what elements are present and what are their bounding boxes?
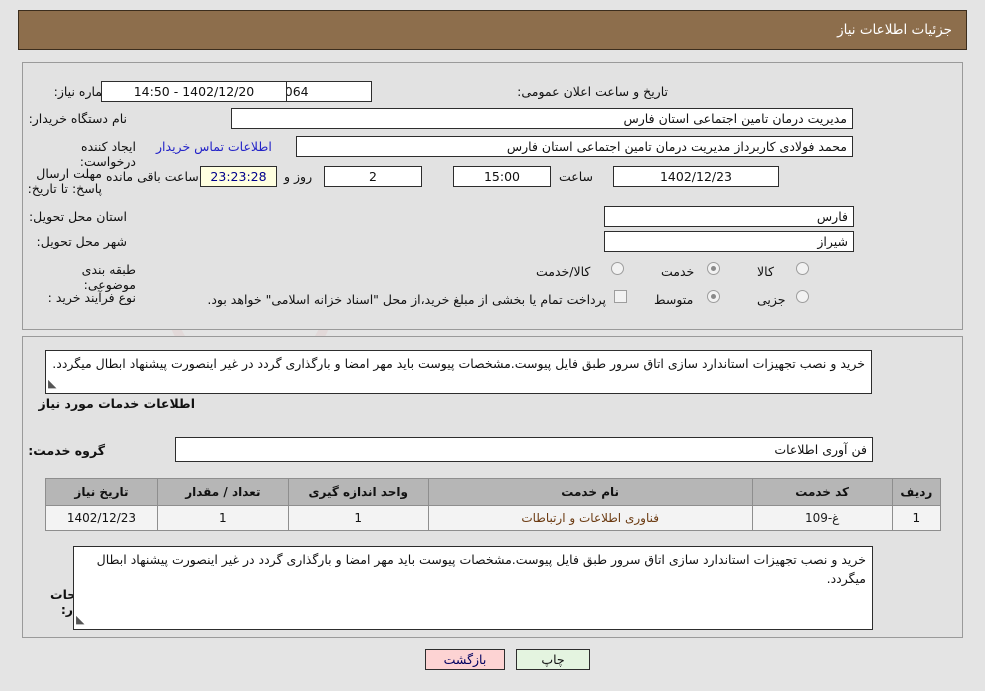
radio-category-kala-khedmat[interactable] bbox=[611, 262, 624, 275]
treasury-bond-label: پرداخت تمام یا بخشی از مبلغ خرید،از محل … bbox=[207, 292, 606, 307]
back-button[interactable]: بازگشت bbox=[425, 649, 505, 670]
service-section-title: اطلاعات خدمات مورد نیاز bbox=[38, 396, 196, 411]
hour-field[interactable]: 15:00 bbox=[453, 166, 551, 187]
buyer-contact-link[interactable]: اطلاعات تماس خریدار bbox=[156, 139, 272, 154]
delivery-city-field[interactable]: شیراز bbox=[604, 231, 854, 252]
public-announcement-field[interactable]: 1402/12/20 - 14:50 bbox=[101, 81, 287, 102]
buyer-org-label: نام دستگاه خریدار: bbox=[28, 111, 127, 126]
requester-label: ایجاد کننده درخواست: bbox=[79, 139, 136, 169]
th-name: نام خدمت bbox=[427, 478, 753, 506]
buyer-notes-textarea[interactable]: خرید و نصب تجهیزات استاندارد سازی اتاق س… bbox=[73, 546, 873, 630]
table-row: 1 غ-109 فناوری اطلاعات و ارتباطات 1 1 14… bbox=[45, 505, 942, 531]
th-code: کد خدمت bbox=[751, 478, 893, 506]
radio-category-kala-khedmat-label: کالا/خدمت bbox=[536, 264, 591, 279]
page-root: AriaTender.net جزئیات اطلاعات نیاز شماره… bbox=[0, 0, 985, 691]
days-remaining-field[interactable]: 2 bbox=[324, 166, 422, 187]
treasury-bond-checkbox[interactable] bbox=[614, 290, 627, 303]
resize-grip-icon[interactable]: ◢ bbox=[48, 374, 56, 393]
radio-process-jozei[interactable] bbox=[796, 290, 809, 303]
deadline-label: مهلت ارسال پاسخ: تا تاریخ: bbox=[27, 166, 102, 196]
resize-grip-icon[interactable]: ◢ bbox=[76, 610, 84, 629]
deadline-date-field[interactable]: 1402/12/23 bbox=[613, 166, 779, 187]
radio-process-motavaset-label: متوسط bbox=[654, 292, 694, 307]
need-info-panel bbox=[22, 62, 963, 330]
cell-unit: 1 bbox=[287, 505, 429, 531]
header-bar: جزئیات اطلاعات نیاز bbox=[18, 10, 967, 50]
countdown-unit-label: ساعت باقی مانده bbox=[106, 169, 199, 184]
service-group-label: گروه خدمت: bbox=[28, 443, 105, 458]
radio-process-jozei-label: جزیی bbox=[757, 292, 786, 307]
th-quantity: تعداد / مقدار bbox=[156, 478, 289, 506]
page-title: جزئیات اطلاعات نیاز bbox=[837, 22, 952, 38]
buyer-notes-text: خرید و نصب تجهیزات استاندارد سازی اتاق س… bbox=[96, 552, 866, 586]
th-need-date: تاریخ نیاز bbox=[45, 478, 158, 506]
cell-code: غ-109 bbox=[751, 505, 893, 531]
public-announcement-label: تاریخ و ساعت اعلان عمومی: bbox=[517, 84, 668, 99]
radio-category-khedmat-label: خدمت bbox=[661, 264, 695, 279]
general-description-textarea[interactable]: خرید و نصب تجهیزات استاندارد سازی اتاق س… bbox=[45, 350, 872, 394]
th-row: ردیف bbox=[891, 478, 942, 506]
cell-need-date: 1402/12/23 bbox=[45, 505, 158, 531]
service-group-field[interactable]: فن آوری اطلاعات bbox=[175, 437, 873, 462]
radio-category-kala[interactable] bbox=[796, 262, 809, 275]
cell-row: 1 bbox=[891, 505, 942, 531]
table-header-row: ردیف کد خدمت نام خدمت واحد اندازه گیری ت… bbox=[45, 478, 942, 506]
delivery-province-label: استان محل تحویل: bbox=[28, 209, 127, 224]
delivery-province-field[interactable]: فارس bbox=[604, 206, 854, 227]
hour-label: ساعت bbox=[559, 169, 594, 184]
services-table: ردیف کد خدمت نام خدمت واحد اندازه گیری ت… bbox=[45, 478, 942, 531]
delivery-city-label: شهر محل تحویل: bbox=[36, 234, 127, 249]
radio-process-motavaset[interactable] bbox=[707, 290, 720, 303]
cell-name: فناوری اطلاعات و ارتباطات bbox=[427, 505, 753, 531]
category-label: طبقه بندی موضوعی: bbox=[81, 262, 136, 292]
radio-category-khedmat[interactable] bbox=[707, 262, 720, 275]
radio-category-kala-label: کالا bbox=[757, 264, 774, 279]
th-unit: واحد اندازه گیری bbox=[287, 478, 429, 506]
requester-field[interactable]: محمد فولادی کاربرداز مدیریت درمان تامین … bbox=[296, 136, 853, 157]
cell-quantity: 1 bbox=[156, 505, 289, 531]
buyer-org-field[interactable]: مدیریت درمان تامین اجتماعی استان فارس bbox=[231, 108, 853, 129]
days-unit-label: روز و bbox=[284, 169, 313, 184]
countdown-timer: 23:23:28 bbox=[200, 166, 277, 187]
print-button[interactable]: چاپ bbox=[516, 649, 590, 670]
general-description-text: خرید و نصب تجهیزات استاندارد سازی اتاق س… bbox=[52, 356, 865, 371]
